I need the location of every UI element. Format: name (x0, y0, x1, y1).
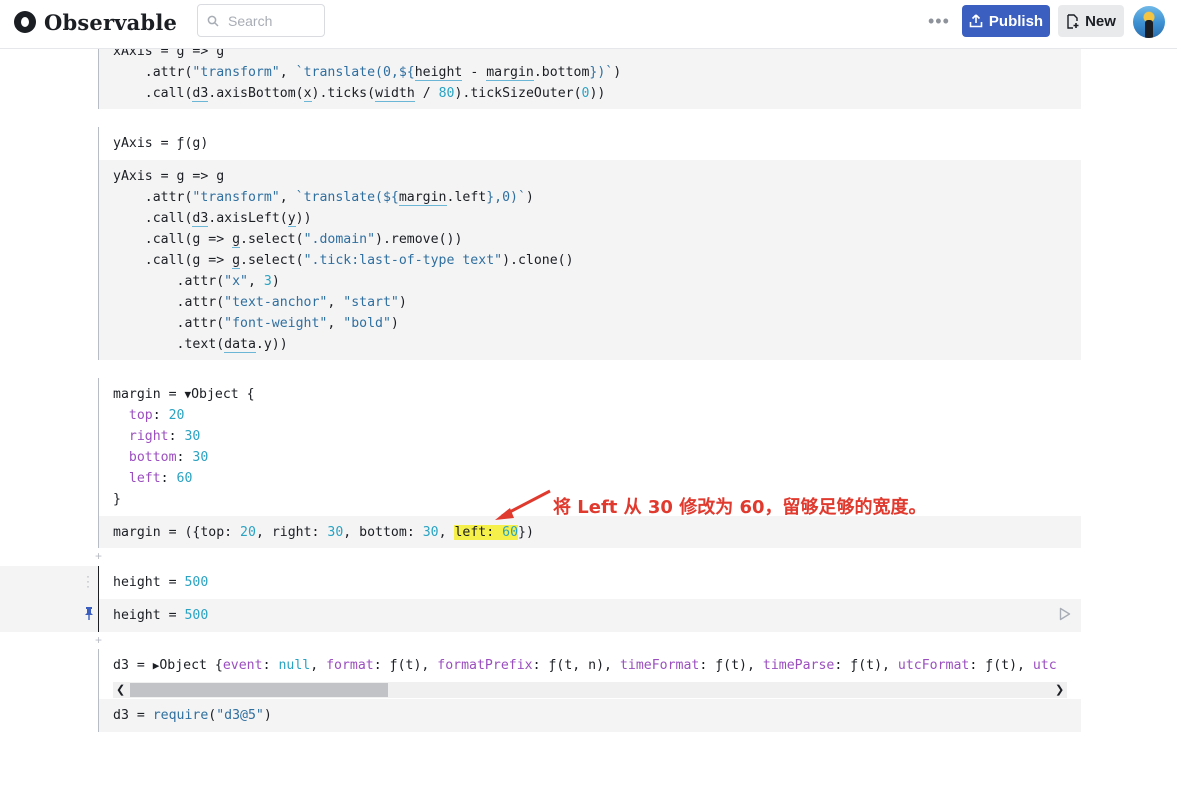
highlighted-left-value: left: 60 (454, 525, 519, 540)
code-line: .call(g => g.select(".tick:last-of-type … (113, 253, 574, 269)
code-cell-height[interactable]: height = 500 (99, 599, 1081, 632)
observable-logo-icon (14, 11, 36, 33)
new-document-icon (1067, 13, 1079, 29)
code-cell-d3[interactable]: d3 = require("d3@5") (99, 699, 1081, 732)
publish-label: Publish (988, 12, 1044, 30)
code-line: height = 500 (113, 608, 209, 623)
add-cell-icon[interactable]: + (93, 550, 104, 562)
code-line: .text(data.y)) (113, 337, 288, 353)
search-placeholder: Search (228, 12, 273, 29)
output-line: left: 60 (128, 471, 193, 486)
user-avatar[interactable] (1133, 6, 1165, 38)
code-line: .attr("transform", `translate(0,${height… (113, 65, 622, 81)
output-height: height = 500 (99, 566, 1081, 599)
pin-icon[interactable] (84, 606, 94, 620)
code-line: .attr("transform", `translate(${margin.l… (113, 190, 534, 206)
code-cell-margin[interactable]: margin = ({top: 20, right: 30, bottom: 3… (99, 516, 1081, 548)
scrollbar-thumb[interactable] (130, 683, 388, 697)
output-yaxis: yAxis = ƒ(g) (99, 127, 1081, 160)
cell-gutter (0, 566, 99, 632)
output-line: margin = ▼Object { (113, 387, 255, 402)
code-line: d3 = require("d3@5") (113, 708, 272, 723)
search-input[interactable]: Search (197, 4, 325, 37)
scroll-right-icon[interactable]: ❯ (1055, 682, 1064, 698)
more-options-icon[interactable]: ••• (928, 12, 950, 30)
run-cell-icon[interactable] (1059, 607, 1071, 621)
code-line: .call(g => g.select(".domain").remove()) (113, 232, 463, 248)
code-cell-yaxis[interactable]: yAxis = g => g .attr("transform", `trans… (99, 160, 1081, 360)
output-line: } (113, 492, 121, 507)
output-line: top: 20 (128, 408, 185, 423)
output-line: d3 = ▶Object {event: null, format: ƒ(t),… (113, 658, 1057, 673)
publish-button[interactable]: Publish (962, 5, 1050, 37)
code-line: .call(d3.axisBottom(x).ticks(width / 80)… (113, 86, 606, 102)
annotation-arrow-icon (495, 489, 551, 520)
new-label: New (1085, 12, 1116, 30)
upload-icon (969, 14, 983, 28)
observable-logo[interactable]: Observable (14, 8, 177, 36)
annotation-text: 将 Left 从 30 修改为 60，留够足够的宽度。 (553, 497, 927, 518)
output-line: right: 30 (128, 429, 201, 444)
add-cell-icon[interactable]: + (93, 634, 104, 646)
logo-text: Observable (44, 9, 178, 35)
output-line: bottom: 30 (128, 450, 209, 465)
code-line: .attr("text-anchor", "start") (113, 295, 407, 310)
search-icon (207, 15, 219, 27)
scroll-left-icon[interactable]: ❮ (116, 682, 125, 698)
output-text: yAxis = ƒ(g) (113, 136, 209, 151)
new-notebook-button[interactable]: New (1058, 5, 1124, 37)
code-line: .attr("font-weight", "bold") (113, 316, 399, 331)
code-line: .call(d3.axisLeft(y)) (113, 211, 312, 227)
header-divider (0, 48, 1177, 49)
code-line: yAxis = g => g (113, 169, 225, 184)
cell-menu-icon[interactable]: · · · (86, 570, 90, 592)
top-bar: Observable Search ••• Publish New (0, 0, 1177, 48)
code-cell-xaxis[interactable]: xAxis = g => g .attr("transform", `trans… (99, 40, 1081, 109)
code-line: .attr("x", 3) (113, 274, 280, 289)
output-text: height = 500 (113, 575, 209, 590)
code-line: margin = ({top: 20, right: 30, bottom: 3… (113, 525, 534, 540)
